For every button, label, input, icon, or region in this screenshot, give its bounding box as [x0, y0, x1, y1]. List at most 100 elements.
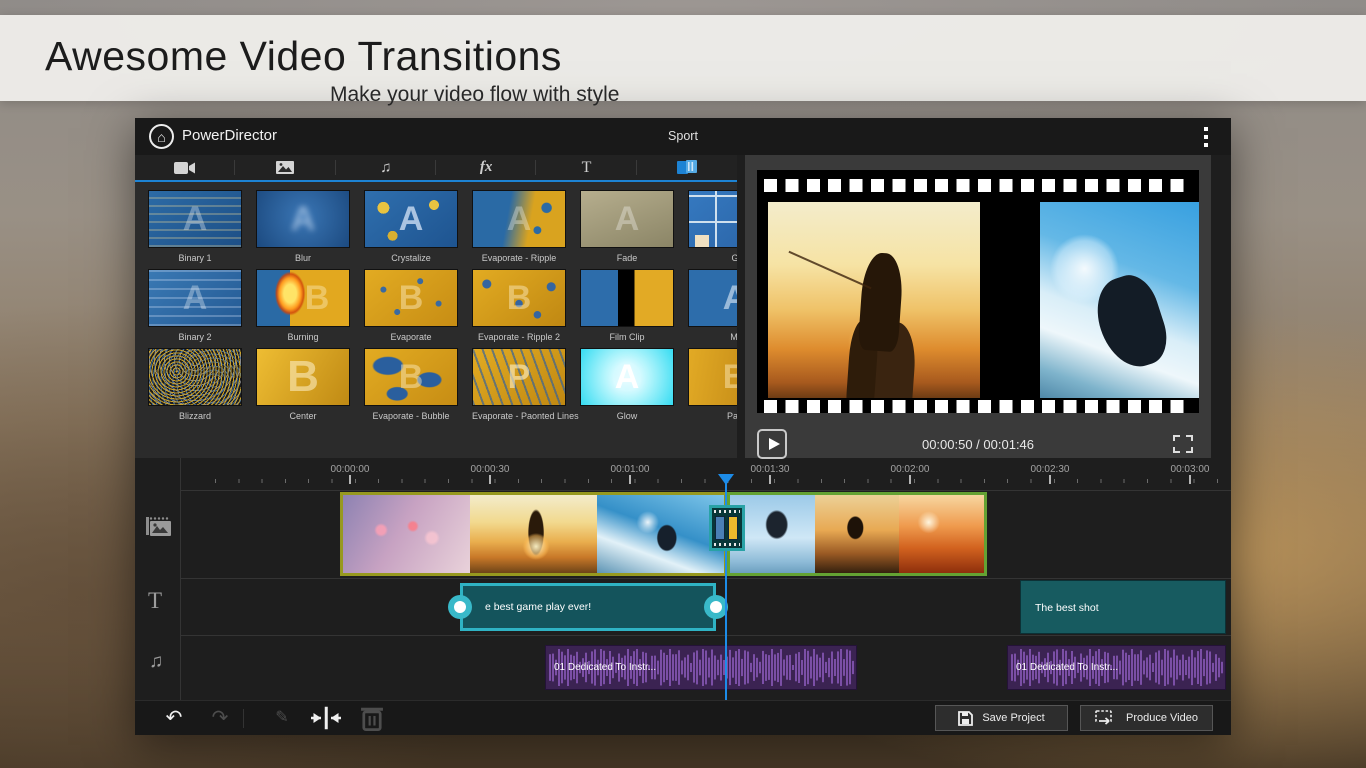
transition-item[interactable]: A Mi	[688, 269, 737, 345]
transition-item[interactable]: B Evaporate - Ripple 2	[472, 269, 566, 345]
split-icon[interactable]	[311, 705, 341, 731]
transition-label: Fade	[616, 253, 638, 263]
produce-video-button[interactable]: Produce Video	[1080, 705, 1213, 731]
app-header: ⌂ PowerDirector Sport	[135, 118, 1231, 155]
transition-thumbnail[interactable]: A	[256, 190, 350, 248]
produce-button-label: Produce Video	[1126, 712, 1198, 724]
audio-clip-label: 01 Dedicated To Instr...	[1016, 662, 1119, 673]
transition-thumbnail[interactable]: B	[472, 269, 566, 327]
video-clip[interactable]	[340, 492, 727, 576]
text-clip-selected[interactable]: e best game play ever!	[448, 583, 728, 631]
tab-video[interactable]	[135, 155, 236, 180]
transition-item[interactable]: Blizzard	[148, 348, 242, 424]
transition-thumbnail[interactable]	[580, 269, 674, 327]
transition-item[interactable]: A Binary 1	[148, 190, 242, 266]
ruler-label: 00:01:00	[610, 464, 650, 475]
transition-item[interactable]: B Evaporate - Bubble	[364, 348, 458, 424]
video-clip-thumbnail	[899, 495, 985, 573]
thumbnail-letter: P	[507, 357, 531, 396]
undo-icon[interactable]: ↶	[159, 705, 189, 731]
filmstrip-sprockets-top	[764, 179, 1192, 192]
video-camera-icon	[174, 161, 196, 174]
text-clip[interactable]: The best shot	[1020, 580, 1226, 634]
ruler-label: 00:01:30	[750, 464, 790, 475]
transition-label: Blizzard	[178, 411, 211, 421]
transition-thumbnail[interactable]: B	[256, 269, 350, 327]
transition-thumbnail[interactable]: A	[472, 190, 566, 248]
transitions-library: A Binary 1 A Blur A Crystalize A Evaporate - Ri…	[135, 182, 737, 458]
transition-item[interactable]: P Evaporate - Paonted Lines	[472, 348, 579, 424]
thumbnail-letter: B	[506, 278, 532, 317]
transition-thumbnail[interactable]: A	[580, 190, 674, 248]
thumbnail-letter: A	[182, 199, 208, 238]
audio-clip[interactable]: 01 Dedicated To Instr...	[545, 645, 857, 690]
save-project-button[interactable]: Save Project	[935, 705, 1068, 731]
promo-banner: Awesome Video Transitions Make your vide…	[0, 15, 1366, 106]
kebab-menu-icon[interactable]	[1204, 127, 1209, 148]
transition-item[interactable]: A Evaporate - Ripple	[472, 190, 566, 266]
transition-label: Blur	[294, 253, 311, 263]
tab-transitions[interactable]	[637, 155, 737, 180]
transition-label: Film Clip	[609, 332, 645, 342]
transition-thumbnail[interactable]: B	[688, 348, 737, 406]
preview-frame-fisherman	[768, 202, 980, 398]
transition-thumbnail[interactable]: P	[472, 348, 566, 406]
transition-label: Center	[289, 411, 317, 421]
transitions-icon	[676, 160, 697, 174]
transition-thumbnail[interactable]: B	[364, 348, 458, 406]
transition-item[interactable]: Film Clip	[580, 269, 674, 345]
transition-thumbnail[interactable]: A	[148, 269, 242, 327]
media-track-icon	[146, 517, 171, 536]
video-clip[interactable]	[727, 492, 987, 576]
project-name: Sport	[668, 129, 698, 143]
transition-thumbnail[interactable]: A	[364, 190, 458, 248]
banner-title: Awesome Video Transitions	[45, 33, 562, 79]
transition-item[interactable]: B Evaporate	[364, 269, 458, 345]
thumbnail-letter: A	[614, 357, 640, 396]
transition-item[interactable]: A Glow	[580, 348, 674, 424]
transition-thumbnail[interactable]	[688, 190, 737, 248]
transition-item[interactable]: G	[688, 190, 737, 266]
trim-handle-left[interactable]	[448, 595, 472, 619]
transition-thumbnail[interactable]: B	[364, 269, 458, 327]
audio-clip-label: 01 Dedicated To Instr...	[554, 662, 657, 673]
thumbnail-letter: A	[290, 199, 316, 238]
tab-effects[interactable]: fx	[436, 155, 537, 180]
trash-icon[interactable]	[357, 705, 387, 731]
transition-thumbnail[interactable]: A	[580, 348, 674, 406]
thumbnail-letter: B	[398, 278, 424, 317]
ruler-label: 00:03:00	[1170, 464, 1210, 475]
transition-thumbnail[interactable]	[148, 348, 242, 406]
audio-clip[interactable]: 01 Dedicated To Instr...	[1007, 645, 1226, 690]
transition-clip-icon[interactable]	[709, 505, 745, 551]
transition-thumbnail[interactable]: B	[256, 348, 350, 406]
transitions-grid: A Binary 1 A Blur A Crystalize A Evaporate - Ri…	[148, 190, 737, 424]
tab-text[interactable]: T	[536, 155, 637, 180]
ruler-label: 00:00:00	[330, 464, 370, 475]
thumbnail-letter: A	[614, 199, 640, 238]
transition-item[interactable]: A Fade	[580, 190, 674, 266]
pencil-icon[interactable]: ✎	[267, 705, 297, 731]
thumbnail-letter: A	[506, 199, 532, 238]
transition-thumbnail[interactable]: A	[688, 269, 737, 327]
transition-item[interactable]: A Binary 2	[148, 269, 242, 345]
transition-item[interactable]: B Burning	[256, 269, 350, 345]
transition-item[interactable]: A Blur	[256, 190, 350, 266]
video-clip-thumbnail	[470, 495, 597, 573]
transition-label: Evaporate - Ripple 2	[477, 332, 561, 342]
produce-icon	[1095, 710, 1112, 725]
text-icon: T	[581, 158, 592, 176]
transition-item[interactable]: B Pag	[688, 348, 737, 424]
tab-music[interactable]: ♫	[336, 155, 437, 180]
transition-label: Glow	[616, 411, 638, 421]
redo-icon[interactable]: ↷	[205, 705, 235, 731]
transition-item[interactable]: A Crystalize	[364, 190, 458, 266]
thumbnail-letter: A	[398, 199, 424, 238]
tab-photo[interactable]	[235, 155, 336, 180]
transition-label: Evaporate - Bubble	[372, 411, 450, 421]
transition-thumbnail[interactable]: A	[148, 190, 242, 248]
transition-item[interactable]: B Center	[256, 348, 350, 424]
transition-label: Binary 2	[178, 332, 212, 342]
fullscreen-icon[interactable]	[1173, 435, 1193, 453]
ruler-label: 00:00:30	[470, 464, 510, 475]
